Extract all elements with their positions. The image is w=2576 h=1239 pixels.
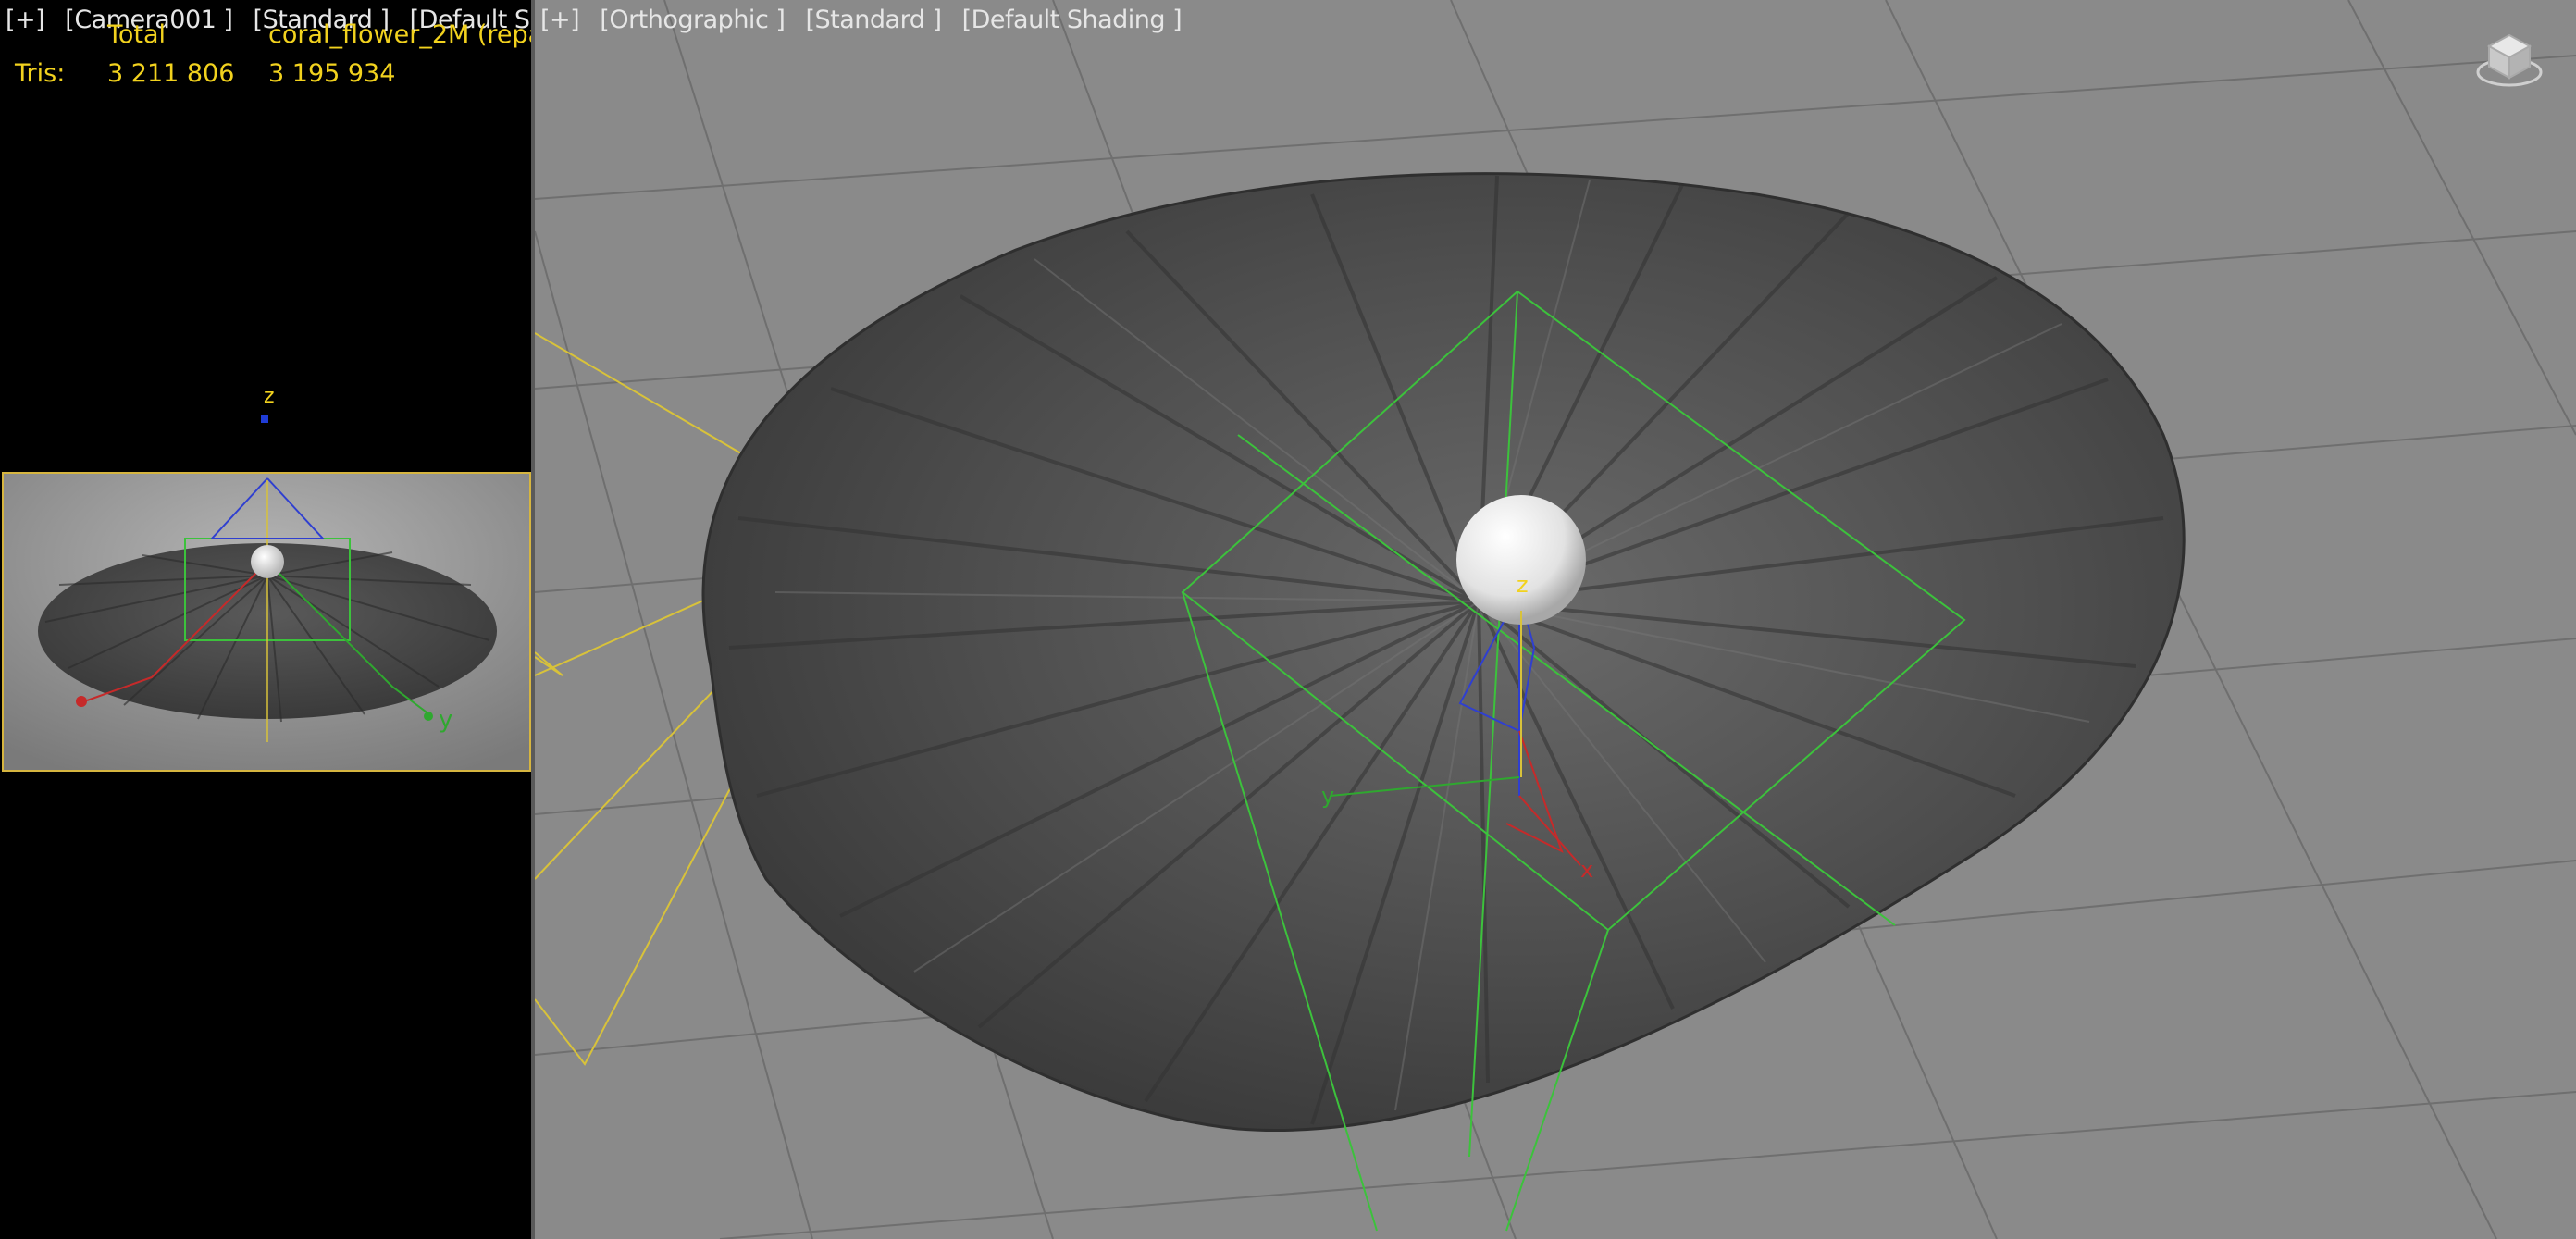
axis-x-label: x	[1580, 857, 1593, 883]
stats-row-label: Tris:	[15, 59, 66, 88]
camera-render-thumbnail: y	[2, 472, 531, 772]
thumb-axis-x-marker	[76, 696, 87, 707]
stats-total-value: 3 211 806	[107, 59, 235, 88]
thumb-axis-y-marker	[424, 712, 433, 721]
ortho-menu-standard[interactable]: [Standard ]	[806, 6, 942, 34]
viewcube-icon[interactable]	[2474, 24, 2545, 94]
stats-header-object: coral_flower_2M (repai	[268, 20, 531, 49]
stats-object-value: 3 195 934	[268, 59, 396, 88]
ortho-scene: z y x	[535, 0, 2576, 1239]
thumbnail-scene: y	[4, 474, 529, 770]
ortho-menu-shading[interactable]: [Default Shading ]	[962, 6, 1183, 34]
camera-gizmo-z-label: z	[264, 385, 275, 408]
camera-gizmo-marker	[261, 415, 268, 423]
viewport-menu-plus[interactable]: [+]	[6, 6, 45, 34]
orthographic-viewport[interactable]: z y x [+] [Orthographic ] [Standard ] [D…	[535, 0, 2576, 1239]
thumb-axis-y-label: y	[439, 706, 452, 734]
ortho-menu-orthographic[interactable]: [Orthographic ]	[600, 6, 786, 34]
axis-y-label: y	[1321, 783, 1334, 809]
stats-header-total: Total	[107, 20, 167, 49]
thumb-sphere-light-icon	[251, 545, 284, 578]
ortho-menu-plus[interactable]: [+]	[540, 6, 580, 34]
coral-flower-mesh[interactable]	[701, 172, 2186, 1132]
axis-z-label: z	[1517, 572, 1529, 598]
camera-viewport[interactable]: [+] [Camera001 ] [Standard ] [Default Sh…	[0, 0, 531, 1239]
sphere-light-icon[interactable]	[1456, 495, 1586, 625]
ortho-viewport-label-bar: [+] [Orthographic ] [Standard ] [Default…	[540, 6, 1195, 34]
